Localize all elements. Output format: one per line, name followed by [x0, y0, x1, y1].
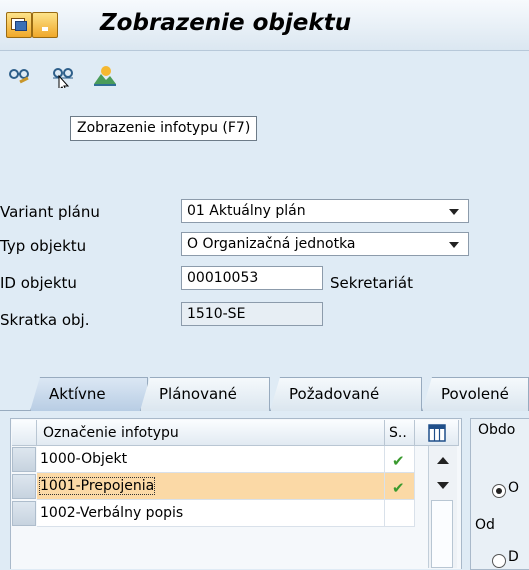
row-name: 1001-Prepojenia [38, 477, 156, 495]
scroll-thumb[interactable] [431, 500, 453, 568]
from-label: Od [475, 517, 495, 533]
table-row[interactable]: 1000-Objekt [37, 446, 385, 473]
variant-value: 01 Aktuálny plán [187, 203, 306, 219]
row-status: ✔ [385, 446, 415, 473]
column-settings-button[interactable] [415, 420, 459, 446]
table-settings-icon [428, 424, 446, 442]
column-header-name[interactable]: Označenie infotypu [37, 420, 385, 446]
variant-select[interactable]: 01 Aktuálny plán [181, 199, 469, 223]
check-icon: ✔ [392, 479, 405, 497]
period-radio-current-label: O [508, 480, 520, 496]
type-label: Typ objektu [0, 237, 87, 255]
row-selector[interactable] [12, 501, 36, 526]
landscape-icon[interactable] [92, 62, 118, 88]
abbr-field: 1510-SE [181, 302, 323, 326]
glasses-icon[interactable] [6, 62, 32, 88]
period-radio-other[interactable] [492, 554, 506, 568]
row-status [385, 500, 415, 527]
abbr-label: Skratka obj. [0, 311, 90, 329]
tab-povolene[interactable]: Povolené [422, 377, 529, 411]
sap-menu-icon[interactable] [6, 12, 32, 38]
page-title: Zobrazenie objektu [100, 10, 352, 36]
toolbar [0, 51, 529, 103]
menu-dropdown-button[interactable] [32, 12, 58, 38]
type-select[interactable]: O Organizačná jednotka [181, 232, 469, 256]
chevron-down-icon[interactable] [449, 242, 459, 248]
id-label: ID objektu [0, 274, 77, 292]
row-name: 1000-Objekt [40, 451, 128, 467]
row-status: ✔ [385, 473, 415, 500]
row-selector[interactable] [12, 447, 36, 472]
row-name: 1002-Verbálny popis [40, 505, 184, 521]
arrow-up-icon[interactable] [437, 457, 449, 464]
table-scrollbar[interactable] [428, 446, 457, 568]
object-name: Sekretariát [330, 274, 413, 292]
table-row[interactable]: 1002-Verbálny popis [37, 500, 385, 527]
table-row[interactable]: 1001-Prepojenia [37, 473, 385, 500]
tab-pozadovane[interactable]: Požadované [270, 377, 422, 411]
type-value: O Organizačná jednotka [187, 236, 356, 252]
tab-aktivne[interactable]: Aktívne [30, 377, 148, 411]
check-icon: ✔ [392, 452, 405, 470]
display-infotype-icon[interactable] [50, 62, 76, 88]
tab-planovane[interactable]: Plánované [140, 377, 270, 411]
variant-label: Variant plánu [0, 203, 100, 221]
row-selector[interactable] [12, 474, 36, 499]
period-radio-current[interactable] [492, 484, 506, 498]
tooltip: Zobrazenie infotypu (F7) [70, 116, 258, 141]
arrow-down-icon[interactable] [437, 482, 449, 489]
chevron-down-icon[interactable] [449, 209, 459, 215]
select-all-column-header[interactable] [12, 420, 37, 446]
period-radio-other-label: D [508, 549, 519, 565]
id-input[interactable]: 00010053 [181, 266, 323, 290]
column-header-status[interactable]: S.. [385, 420, 415, 446]
period-title: Obdo [478, 422, 516, 438]
